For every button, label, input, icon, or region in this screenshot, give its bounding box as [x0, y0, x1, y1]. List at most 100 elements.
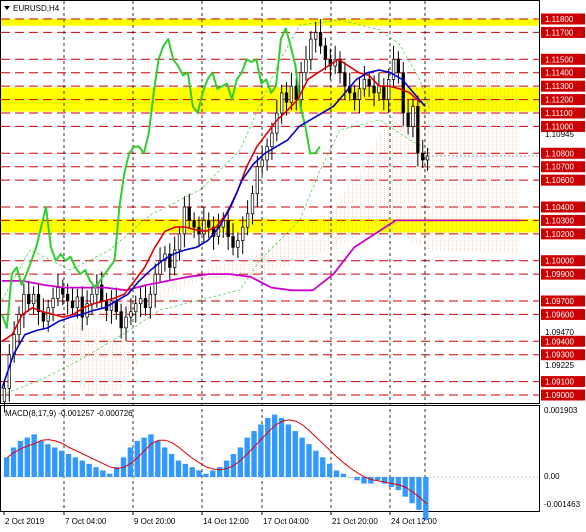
macd-bar: [285, 424, 292, 477]
candle-body: [255, 166, 259, 194]
candle-body: [90, 293, 94, 305]
macd-bar: [65, 454, 72, 477]
macd-bar: [17, 440, 24, 477]
macd-title: MACD(8,17,9) -0.001257 -0.000726: [5, 409, 133, 418]
candle-body: [343, 72, 347, 87]
time-label: 14 Oct 12:00: [203, 517, 249, 526]
candle-body: [309, 38, 313, 60]
candle-body: [27, 293, 31, 305]
price-tag-label: 1.11100: [545, 109, 573, 118]
macd-bar: [175, 460, 182, 477]
macd-bar: [24, 437, 30, 477]
price-label: 1.09225: [545, 361, 574, 370]
macd-bar: [278, 417, 285, 477]
macd-bar: [148, 434, 154, 477]
candle-body: [387, 79, 391, 100]
price-tag-label: 1.11700: [545, 28, 574, 37]
candle-body: [294, 85, 298, 100]
chart-canvas[interactable]: 1.11800 1.11700 1.11500 1.11400 1.11300 1.112…: [0, 0, 586, 532]
candle-body: [129, 311, 133, 318]
price-tag: 1.09100: [541, 376, 585, 388]
macd-bar: [45, 444, 51, 477]
price-tag: 1.09300: [541, 349, 585, 361]
time-axis: 2 Oct 2019 7 Oct 04:00 9 Oct 20:00 14 Oct 1…: [3, 511, 437, 526]
symbol-title-text: EURUSD,H4: [13, 4, 60, 13]
macd-bar: [423, 477, 429, 520]
candle-body: [396, 58, 401, 74]
price-tag-label: 1.11400: [545, 69, 574, 78]
candle-body: [241, 226, 245, 241]
macd-bar: [210, 470, 216, 477]
price-label: 1.09470: [545, 328, 574, 337]
price-tag-label: 1.09600: [545, 310, 574, 319]
candle-body: [250, 193, 255, 215]
price-tag-label: 1.10000: [545, 257, 574, 266]
candle-body: [260, 159, 264, 168]
price-tag: 1.11300: [541, 80, 585, 92]
candle-body: [245, 213, 250, 228]
macd-label-zero: 0.00: [544, 472, 560, 481]
macd-bar: [388, 477, 395, 487]
candle-body: [236, 240, 240, 248]
candle-body: [138, 297, 143, 305]
candle-body: [314, 32, 318, 40]
price-tag: 1.11700: [541, 26, 585, 38]
candle-body: [70, 300, 75, 309]
price-tag: 1.10300: [541, 214, 585, 226]
candle-body: [187, 206, 191, 221]
price-tag: 1.09400: [541, 335, 585, 347]
macd-bar: [333, 470, 340, 477]
candle-body: [31, 293, 36, 305]
macd-bar: [320, 457, 326, 477]
candle-body: [207, 220, 211, 228]
collapse-triangle-icon[interactable]: [4, 6, 10, 10]
price-tag-label: 1.09000: [545, 391, 574, 400]
candle-body: [372, 85, 376, 94]
candle-body: [226, 220, 230, 237]
price-tag-label: 1.09100: [545, 378, 574, 387]
candle-body: [425, 155, 430, 161]
macd-label-top: 0.001903: [544, 406, 578, 415]
price-tag: 1.11200: [541, 94, 585, 106]
macd-bar: [79, 460, 85, 477]
price-tag-label: 1.11200: [545, 96, 574, 105]
candle-body: [66, 293, 70, 302]
macd-bar: [155, 440, 161, 477]
candle-body: [270, 132, 274, 147]
candle-body: [61, 287, 65, 295]
macd-bar: [58, 450, 65, 477]
macd-bar: [354, 477, 360, 481]
candle-body: [275, 112, 279, 134]
time-label: 7 Oct 04:00: [65, 517, 107, 526]
macd-label-bottom: -0.001463: [544, 500, 581, 509]
candle-body: [284, 92, 289, 103]
macd-bar: [265, 417, 271, 477]
candle-body: [280, 92, 284, 114]
candle-body: [56, 287, 60, 299]
candle-body: [41, 311, 45, 322]
price-tag-label: 1.10700: [545, 163, 574, 172]
time-label: 21 Oct 20:00: [332, 517, 378, 526]
candle-body: [323, 45, 328, 60]
symbol-title[interactable]: EURUSD,H4: [4, 4, 60, 13]
macd-bar: [340, 473, 347, 477]
macd-bar: [217, 467, 223, 477]
macd-indicator: [1, 414, 539, 520]
macd-bar: [4, 457, 10, 477]
price-tag: 1.10600: [541, 174, 585, 186]
candle-body: [177, 233, 182, 251]
price-tag-label: 1.09400: [545, 337, 574, 346]
candle-body: [114, 300, 118, 313]
candle-body: [75, 296, 80, 309]
candle-body: [362, 79, 366, 90]
candle-body: [2, 387, 7, 403]
candle-body: [192, 220, 196, 228]
price-tag: 1.10800: [541, 147, 585, 159]
price-tag: 1.09600: [541, 308, 585, 320]
macd-bar: [203, 473, 209, 477]
candle-body: [357, 88, 362, 100]
price-tag-label: 1.11500: [545, 55, 574, 64]
candle-body: [416, 105, 420, 154]
candle-body: [377, 85, 381, 94]
candle-body: [22, 293, 26, 315]
